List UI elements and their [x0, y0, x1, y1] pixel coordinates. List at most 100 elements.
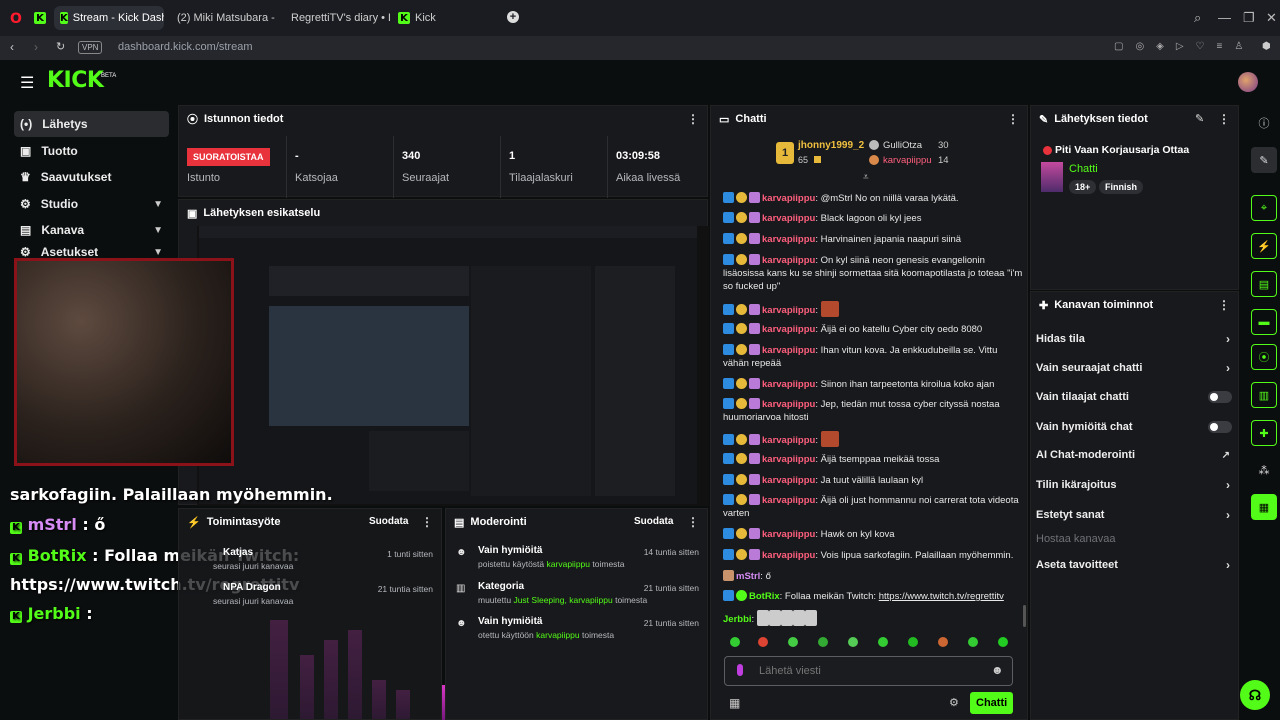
hamburger-menu-icon[interactable]: ☰	[20, 73, 34, 93]
gift-shop-icon[interactable]: ▦	[729, 696, 740, 710]
sidebar-item-studio[interactable]: ⚙ Studio ▼	[14, 191, 169, 217]
emote-icon[interactable]	[878, 637, 888, 647]
emote-icon[interactable]	[730, 637, 740, 647]
stat-label: Istunto	[187, 172, 221, 184]
filter-button[interactable]: Suodata	[369, 516, 408, 527]
sidebar-item-lahetys[interactable]: (•) Lähetys	[14, 111, 169, 137]
emote-icon[interactable]	[938, 637, 948, 647]
new-tab-icon[interactable]: +	[507, 11, 519, 23]
emote-icon[interactable]	[758, 637, 768, 647]
tag-chip[interactable]: 18+	[1069, 180, 1097, 194]
subscribers-only-toggle[interactable]	[1208, 391, 1232, 403]
emotes-only-row[interactable]: Vain hymiöitä chat	[1036, 416, 1234, 438]
forward-icon[interactable]: ›	[34, 40, 38, 54]
chat-scrollbar[interactable]	[1023, 605, 1026, 627]
stat-value: 03:09:58	[616, 150, 661, 162]
send-chat-button[interactable]: Chatti	[970, 692, 1013, 714]
emote-icon[interactable]	[998, 637, 1008, 647]
tab-kick-dashboard[interactable]: K Stream - Kick Dashboard	[54, 6, 164, 30]
action-label: Vain seuraajat chatti	[1036, 362, 1143, 374]
tab-youtube[interactable]: (2) Miki Matsubara - S	[166, 6, 278, 30]
edit-stream-icon[interactable]: ✎	[1251, 147, 1277, 173]
tab-letterboxd[interactable]: RegrettiTV's diary • Letter	[280, 6, 390, 30]
webcam-overlay	[14, 258, 234, 466]
emote-icon[interactable]	[848, 637, 858, 647]
followers-only-row[interactable]: Vain seuraajat chatti ›	[1036, 357, 1234, 379]
emoji-picker-icon[interactable]: ☻	[991, 663, 1004, 677]
stream-preview-video[interactable]	[197, 226, 709, 506]
chat-link[interactable]: https://www.twitch.tv/regrettitv	[879, 591, 1004, 602]
notes-icon[interactable]: ▤	[1251, 271, 1277, 297]
sidebar-item-kanava[interactable]: ▤ Kanava ▼	[14, 217, 169, 243]
leaderboard-first-name[interactable]: jhonny1999_2	[798, 140, 864, 151]
nested-dashboard-screenshot	[199, 226, 697, 504]
age-restriction-row[interactable]: Tilin ikärajoitus ›	[1036, 474, 1234, 496]
emote-icon[interactable]	[968, 637, 978, 647]
nodes-icon[interactable]: ⁂	[1251, 457, 1277, 483]
stat-value: -	[295, 150, 299, 162]
collapse-leaderboard-icon[interactable]: ⩡	[863, 172, 869, 183]
leaderboard-third-name[interactable]: karvapiippu	[883, 155, 932, 166]
set-goals-row[interactable]: Aseta tavoitteet ›	[1036, 554, 1234, 576]
more-options-icon[interactable]: ⋮	[1218, 298, 1230, 312]
more-options-icon[interactable]: ⋮	[421, 515, 433, 529]
vpn-badge[interactable]: VPN	[78, 41, 103, 54]
filter-button[interactable]: Suodata	[634, 516, 673, 527]
film-icon[interactable]: ▦	[1251, 494, 1277, 520]
viewers-stat: - Katsojaa	[286, 136, 393, 198]
edit-icon[interactable]: ✎	[1195, 112, 1204, 125]
sidebar-item-saavutukset[interactable]: ♛ Saavutukset	[14, 164, 169, 190]
kick-pinned-tab-icon[interactable]: K	[34, 12, 46, 24]
opera-logo-icon[interactable]: O	[10, 11, 22, 27]
chat-message-input[interactable]	[757, 664, 977, 678]
minimize-icon[interactable]: —	[1218, 10, 1231, 25]
category-thumbnail[interactable]	[1041, 162, 1063, 192]
chat-message: karvapiippu: Äijä oli just hommannu noi …	[723, 494, 1019, 519]
search-tabs-icon[interactable]: ⌕	[1194, 10, 1201, 26]
slow-mode-row[interactable]: Hidas tila ›	[1036, 328, 1234, 350]
back-icon[interactable]: ‹	[10, 40, 14, 54]
broadcast-icon[interactable]: ⦿	[1251, 344, 1277, 370]
layout-icon[interactable]: ▥	[1251, 382, 1277, 408]
more-options-icon[interactable]: ⋮	[687, 112, 699, 126]
url-field[interactable]: dashboard.kick.com/stream	[118, 41, 253, 53]
tab-kick[interactable]: K Kick	[392, 6, 452, 30]
extensions-icon[interactable]: ⬢	[1262, 41, 1271, 52]
emote-icon[interactable]	[818, 637, 828, 647]
more-options-icon[interactable]: ⋮	[1218, 112, 1230, 126]
emote-image	[756, 610, 769, 626]
more-options-icon[interactable]: ⋮	[687, 515, 699, 529]
chat-bubble-icon[interactable]: ▬	[1251, 309, 1277, 335]
info-icon[interactable]: ⓘ	[1251, 110, 1277, 136]
leaderboard-second-name[interactable]: GulliOtza	[883, 140, 922, 151]
lightning-icon[interactable]: ⚡	[1251, 233, 1277, 259]
kick-logo[interactable]: KICK	[47, 68, 104, 93]
emotes-only-toggle[interactable]	[1208, 421, 1232, 433]
more-options-icon[interactable]: ⋮	[1007, 112, 1019, 126]
leaderboard-second-count: 30	[938, 140, 949, 151]
ai-moderation-row[interactable]: AI Chat-moderointi ↗	[1036, 444, 1234, 466]
support-chat-icon[interactable]: ☊	[1240, 680, 1270, 710]
category-link[interactable]: Chatti	[1069, 163, 1098, 175]
action-label: Aseta tavoitteet	[1036, 559, 1118, 571]
subscribers-only-row[interactable]: Vain tilaajat chatti	[1036, 386, 1234, 408]
stat-label: Seuraajat	[402, 172, 450, 184]
sidebar-item-tuotto[interactable]: ▣ Tuotto	[14, 138, 169, 164]
panel-header: ✚ Kanavan toiminnot	[1031, 292, 1238, 318]
close-icon[interactable]: ✕	[1266, 10, 1277, 26]
moderation-desc: muutettu Just Sleeping, karvapiippu toim…	[478, 595, 648, 605]
emote-icon[interactable]	[788, 637, 798, 647]
panel-title: Moderointi	[470, 516, 527, 528]
restore-icon[interactable]: ❐	[1243, 10, 1255, 26]
microphone-icon[interactable]	[737, 664, 743, 676]
blocked-words-row[interactable]: Estetyt sanat ›	[1036, 504, 1234, 526]
tag-chip[interactable]: Finnish	[1099, 180, 1143, 194]
toolbar-icons[interactable]: ▢◎◈▷♡≡♙	[1114, 41, 1255, 52]
scan-icon[interactable]: ⌖	[1251, 195, 1277, 221]
chat-settings-icon[interactable]: ⚙	[949, 696, 959, 709]
wrench-icon[interactable]: ✚	[1251, 420, 1277, 446]
emote-icon[interactable]	[908, 637, 918, 647]
reload-icon[interactable]: ↻	[56, 40, 65, 53]
chat-input-box[interactable]: ☻	[724, 656, 1013, 686]
user-avatar[interactable]	[1238, 72, 1258, 92]
